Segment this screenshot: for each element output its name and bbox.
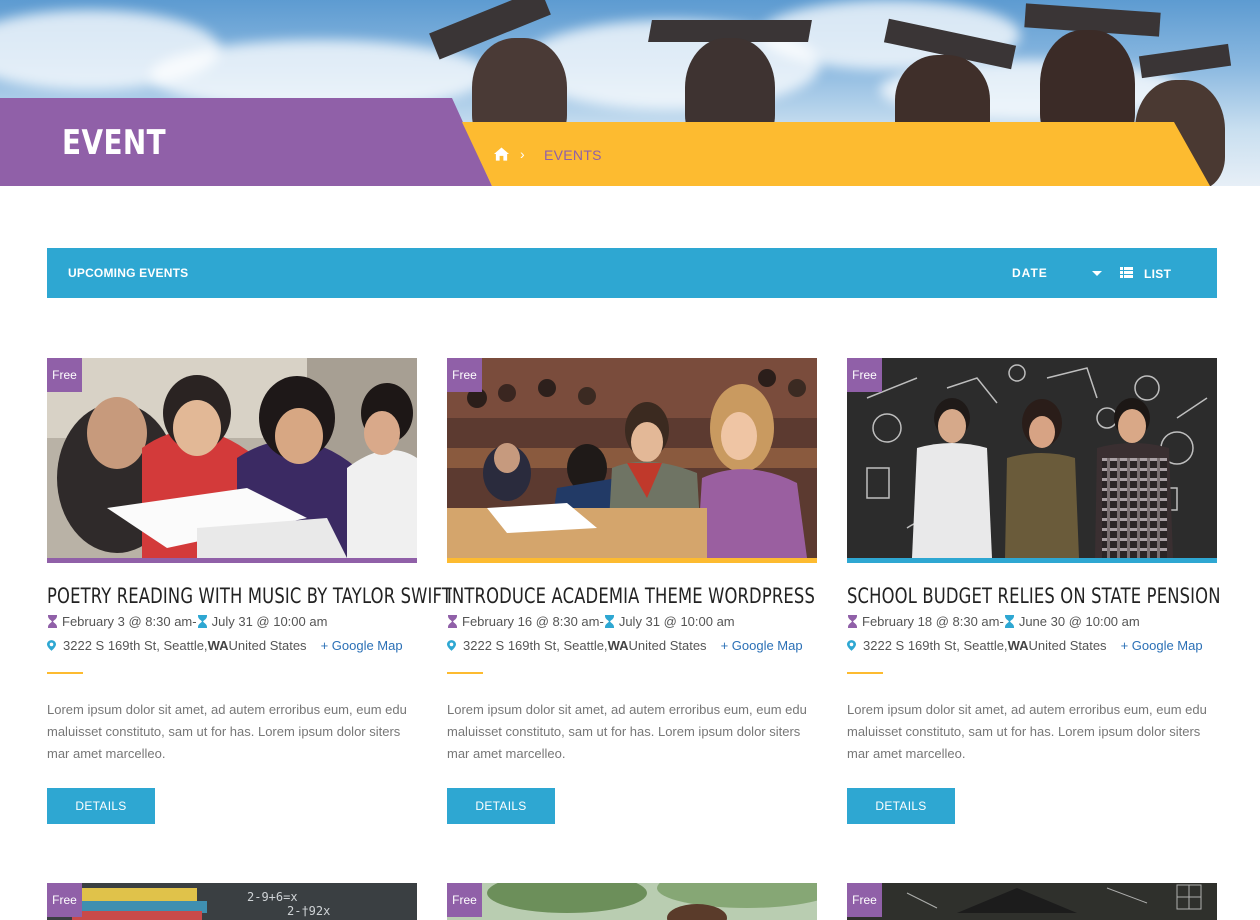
event-title[interactable]: POETRY READING WITH MUSIC BY TAYLOR SWIF… [47,584,452,608]
map-pin-icon [847,640,856,651]
event-image[interactable]: 2-9+6=x2-†92x [47,883,417,920]
map-pin-icon [447,640,456,651]
breadcrumb-current: EVENTS [544,147,602,163]
event-end: June 30 @ 10:00 am [1018,614,1140,629]
hourglass-icon [1004,615,1014,628]
event-location-row: 3222 S 169th St, Seattle, WA United Stat… [47,638,403,653]
svg-text:2-†92x: 2-†92x [287,904,330,918]
price-badge: Free [847,883,882,917]
sort-selected-value: DATE [1012,266,1048,280]
card-divider [447,672,483,674]
price-badge: Free [847,358,882,392]
price-badge: Free [47,358,82,392]
event-title[interactable]: INTRODUCE ACADEMIA THEME WORDPRESS [447,584,815,608]
details-button[interactable]: DETAILS [47,788,155,824]
chevron-down-icon [1092,271,1102,276]
view-mode-label: LIST [1144,267,1172,281]
image-accent-stripe [47,558,417,563]
event-card: 2-9+6=x 2-†92x Free [47,883,417,920]
event-state: WA [207,638,229,653]
event-start: February 16 @ 8:30 am [462,614,600,629]
event-country: United States [228,638,307,653]
price-badge: Free [47,883,82,917]
google-map-link[interactable]: + Google Map [321,638,403,653]
details-button[interactable]: DETAILS [447,788,555,824]
event-image[interactable] [447,883,817,920]
event-card: Free [847,883,1217,920]
svg-text:2-9+6=x: 2-9+6=x [247,890,298,904]
google-map-link[interactable]: + Google Map [721,638,803,653]
event-image[interactable]: Free [847,358,1217,558]
map-pin-icon [47,640,56,651]
event-country: United States [628,638,707,653]
event-card: Free SCHOOL BUDGET RELIES ON STATE PENSI… [847,358,1220,828]
details-button[interactable]: DETAILS [847,788,955,824]
image-accent-stripe [447,558,817,563]
hourglass-icon [197,615,207,628]
card-divider [847,672,883,674]
events-filter-bar: UPCOMING EVENTS DATE LIST [47,248,1217,298]
event-location-row: 3222 S 169th St, Seattle, WA United Stat… [847,638,1203,653]
list-view-toggle[interactable]: LIST [1119,263,1179,285]
event-card: Free POETRY READING WITH MUSIC BY TAYLOR… [47,358,452,828]
event-start: February 3 @ 8:30 am [62,614,193,629]
event-end: July 31 @ 10:00 am [211,614,328,629]
hourglass-icon [604,615,614,628]
event-country: United States [1028,638,1107,653]
event-image[interactable] [847,883,1217,920]
event-excerpt: Lorem ipsum dolor sit amet, ad autem err… [847,702,1207,761]
event-end: July 31 @ 10:00 am [618,614,735,629]
card-divider [47,672,83,674]
event-state: WA [607,638,629,653]
hourglass-icon [48,615,57,628]
hourglass-icon [448,615,457,628]
filter-bar-label: UPCOMING EVENTS [68,266,189,280]
breadcrumb-separator: › [520,146,525,162]
event-state: WA [1007,638,1029,653]
event-address: 3222 S 169th St, Seattle, [463,638,608,653]
event-date-row: February 16 @ 8:30 am - July 31 @ 10:00 … [447,614,735,629]
event-start: February 18 @ 8:30 am [862,614,1000,629]
price-badge: Free [447,883,482,917]
price-badge: Free [447,358,482,392]
event-date-row: February 18 @ 8:30 am - June 30 @ 10:00 … [847,614,1140,629]
page-title: EVENT [62,123,167,163]
google-map-link[interactable]: + Google Map [1121,638,1203,653]
event-location-row: 3222 S 169th St, Seattle, WA United Stat… [447,638,803,653]
event-excerpt: Lorem ipsum dolor sit amet, ad autem err… [47,702,407,761]
list-icon [1120,267,1133,278]
event-card: Free INTRODUCE ACADEMIA THEME WORDPRESS … [447,358,817,828]
event-image[interactable]: Free [447,358,817,558]
event-title[interactable]: SCHOOL BUDGET RELIES ON STATE PENSION [847,584,1220,608]
event-card: Free [447,883,817,920]
event-image[interactable]: Free [47,358,417,558]
event-date-row: February 3 @ 8:30 am - July 31 @ 10:00 a… [47,614,327,629]
home-icon[interactable] [494,147,509,161]
hourglass-icon [848,615,857,628]
image-accent-stripe [847,558,1217,563]
event-address: 3222 S 169th St, Seattle, [63,638,208,653]
event-address: 3222 S 169th St, Seattle, [863,638,1008,653]
event-excerpt: Lorem ipsum dolor sit amet, ad autem err… [447,702,807,761]
sort-by-select[interactable]: DATE [1012,261,1102,285]
